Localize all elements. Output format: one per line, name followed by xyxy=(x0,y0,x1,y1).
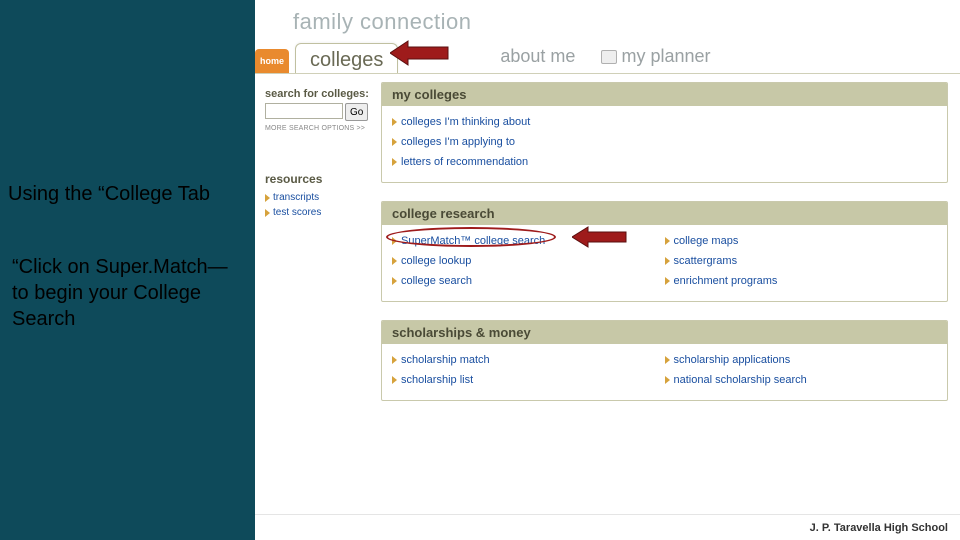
tab-my-planner-label: my planner xyxy=(621,46,710,67)
link-label: enrichment programs xyxy=(674,275,778,287)
panel-scholarships: scholarships & money scholarship match s… xyxy=(381,320,948,401)
chevron-right-icon xyxy=(665,277,670,285)
chevron-right-icon xyxy=(392,158,397,166)
link-supermatch[interactable]: SuperMatch™ college search xyxy=(392,231,665,251)
chevron-right-icon xyxy=(392,118,397,126)
link-label: scholarship match xyxy=(401,354,490,366)
chevron-right-icon xyxy=(665,356,670,364)
chevron-right-icon xyxy=(392,237,397,245)
tab-my-planner[interactable]: my planner xyxy=(591,46,720,73)
tab-about-me[interactable]: about me xyxy=(490,46,585,73)
tab-colleges[interactable]: colleges xyxy=(295,43,398,73)
panel-heading: scholarships & money xyxy=(382,321,947,344)
content-area: search for colleges: Go MORE SEARCH OPTI… xyxy=(255,73,960,515)
link-national-scholarship-search[interactable]: national scholarship search xyxy=(665,370,938,390)
panel-my-colleges: my colleges colleges I'm thinking about … xyxy=(381,82,948,183)
link-college-search[interactable]: college search xyxy=(392,271,665,291)
go-button[interactable]: Go xyxy=(345,103,368,121)
sidebar-link-transcripts[interactable]: transcripts xyxy=(265,190,373,205)
link-label: scholarship list xyxy=(401,374,473,386)
chevron-right-icon xyxy=(265,209,270,217)
link-label: college search xyxy=(401,275,472,287)
link-scholarship-match[interactable]: scholarship match xyxy=(392,350,665,370)
arrow-to-supermatch xyxy=(572,225,628,249)
chevron-right-icon xyxy=(665,376,670,384)
link-label: college maps xyxy=(674,235,739,247)
sidebar-link-test-scores[interactable]: test scores xyxy=(265,205,373,220)
link-college-lookup[interactable]: college lookup xyxy=(392,251,665,271)
link-scattergrams[interactable]: scattergrams xyxy=(665,251,938,271)
chevron-right-icon xyxy=(392,376,397,384)
sidebar-link-label: transcripts xyxy=(273,192,319,203)
planner-icon xyxy=(601,50,617,64)
sidebar: search for colleges: Go MORE SEARCH OPTI… xyxy=(255,82,381,515)
chevron-right-icon xyxy=(392,138,397,146)
arrow-to-colleges-tab xyxy=(390,39,450,67)
brand-bar: family connection xyxy=(255,0,960,35)
link-label: letters of recommendation xyxy=(401,156,528,168)
panel-college-research: college research SuperMatch™ college sea… xyxy=(381,201,948,302)
link-label: national scholarship search xyxy=(674,374,807,386)
search-label: search for colleges: xyxy=(265,88,373,100)
footer-school-name: J. P. Taravella High School xyxy=(255,514,960,540)
chevron-right-icon xyxy=(392,277,397,285)
link-thinking-about[interactable]: colleges I'm thinking about xyxy=(392,112,937,132)
tab-home[interactable]: home xyxy=(255,49,289,73)
tabs-row: home colleges about me my planner xyxy=(255,37,960,73)
instruction-college-tab: Using the “College Tab xyxy=(8,183,210,206)
chevron-right-icon xyxy=(392,257,397,265)
more-search-options-link[interactable]: MORE SEARCH OPTIONS >> xyxy=(265,125,373,132)
chevron-right-icon xyxy=(265,194,270,202)
link-college-maps[interactable]: college maps xyxy=(665,231,938,251)
sidebar-link-label: test scores xyxy=(273,207,321,218)
brand-title: family connection xyxy=(293,9,471,35)
link-scholarship-applications[interactable]: scholarship applications xyxy=(665,350,938,370)
panel-heading: my colleges xyxy=(382,83,947,106)
resources-heading: resources xyxy=(265,172,373,186)
link-enrichment-programs[interactable]: enrichment programs xyxy=(665,271,938,291)
link-label: colleges I'm applying to xyxy=(401,136,515,148)
instruction-supermatch: “Click on Super.Match— to begin your Col… xyxy=(12,254,228,332)
main-column: my colleges colleges I'm thinking about … xyxy=(381,82,960,515)
link-label: colleges I'm thinking about xyxy=(401,116,530,128)
link-label: SuperMatch™ college search xyxy=(401,235,545,247)
chevron-right-icon xyxy=(665,237,670,245)
link-label: scholarship applications xyxy=(674,354,791,366)
panel-heading: college research xyxy=(382,202,947,225)
link-label: scattergrams xyxy=(674,255,738,267)
search-input[interactable] xyxy=(265,103,343,119)
link-scholarship-list[interactable]: scholarship list xyxy=(392,370,665,390)
chevron-right-icon xyxy=(392,356,397,364)
link-applying-to[interactable]: colleges I'm applying to xyxy=(392,132,937,152)
link-label: college lookup xyxy=(401,255,471,267)
chevron-right-icon xyxy=(665,257,670,265)
link-letters-recommendation[interactable]: letters of recommendation xyxy=(392,152,937,172)
app-window: family connection home colleges about me… xyxy=(255,0,960,515)
